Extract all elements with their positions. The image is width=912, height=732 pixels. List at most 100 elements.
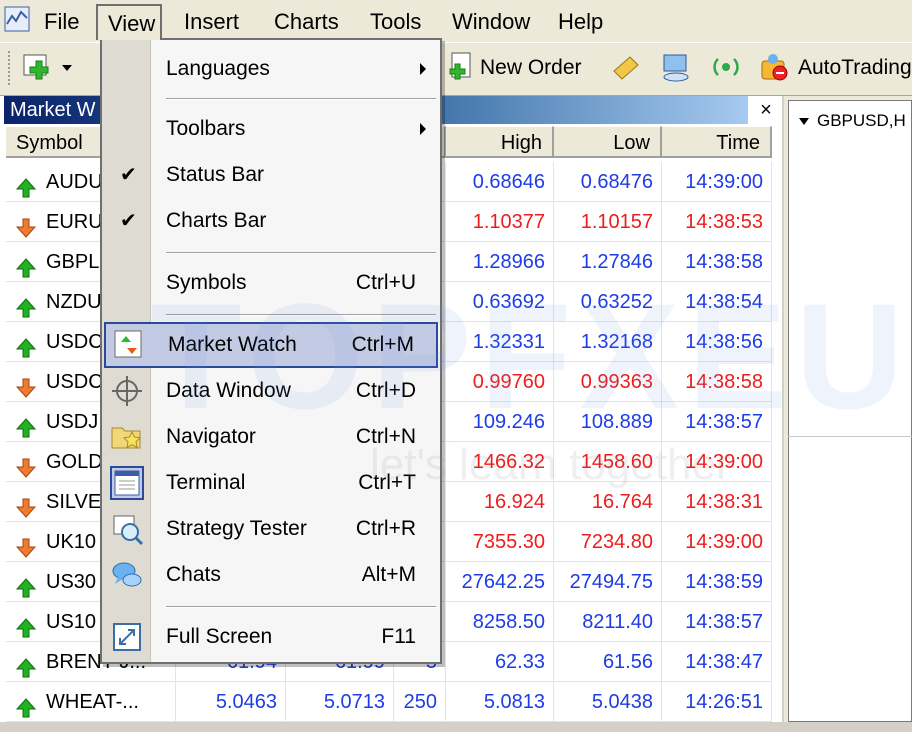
symbol-name: GOLD (46, 451, 103, 473)
time-cell: 14:39:00 (662, 522, 772, 562)
chart-divider (788, 436, 912, 437)
arrow-up-icon (15, 612, 37, 638)
high-cell: 1466.32 (446, 442, 554, 482)
time-cell: 14:26:51 (662, 682, 772, 722)
menu-view[interactable]: View (96, 4, 162, 40)
low-cell: 1.27846 (554, 242, 662, 282)
menu-item-data-window[interactable]: Data Window Ctrl+D (104, 370, 438, 412)
time-cell: 14:38:54 (662, 282, 772, 322)
time-cell: 14:38:59 (662, 562, 772, 602)
chart-dropdown-icon[interactable] (799, 118, 809, 126)
autotrading-button[interactable]: AutoTrading (798, 53, 912, 83)
menu-file[interactable]: File (34, 4, 89, 40)
arrow-up-icon (15, 412, 37, 438)
high-cell: 62.33 (446, 642, 554, 682)
market-watch-icon (112, 328, 146, 362)
signals-icon[interactable] (710, 51, 742, 83)
ask-cell: 5.0713 (286, 682, 394, 722)
time-cell: 14:38:58 (662, 362, 772, 402)
chart-title: GBPUSD,H (799, 111, 906, 131)
menu-item-shortcut: Ctrl+U (355, 271, 416, 294)
menu-insert[interactable]: Insert (174, 4, 249, 40)
terminal-icon[interactable] (660, 51, 692, 83)
menu-item-toolbars[interactable]: Toolbars (104, 108, 438, 150)
column-header-high[interactable]: High (446, 126, 554, 158)
low-cell: 1.10157 (554, 202, 662, 242)
menu-item-shortcut: Ctrl+R (355, 517, 416, 540)
menu-item-shortcut: F11 (381, 625, 416, 648)
arrow-up-icon (15, 172, 37, 198)
menu-item-full-screen[interactable]: Full Screen F11 (104, 616, 438, 658)
menu-item-label: Status Bar (166, 163, 265, 186)
high-cell: 0.63692 (446, 282, 554, 322)
high-cell: 8258.50 (446, 602, 554, 642)
column-header-time[interactable]: Time (662, 126, 772, 158)
menu-item-status-bar[interactable]: ✔ Status Bar (104, 154, 438, 196)
low-cell: 0.63252 (554, 282, 662, 322)
high-cell: 0.68646 (446, 162, 554, 202)
menu-item-label: Data Window (166, 379, 291, 402)
symbol-name: USDJ (46, 411, 99, 433)
menu-item-label: Symbols (166, 271, 247, 294)
symbol-name: EURU (46, 211, 103, 233)
symbol-name: USDC (46, 371, 103, 393)
menu-charts[interactable]: Charts (264, 4, 349, 40)
menu-bar: File View Insert Charts Tools Window Hel… (0, 0, 912, 42)
table-row[interactable]: WHEAT-... 5.0463 5.0713 250 5.0813 5.0438 14:2… (6, 682, 772, 722)
chevron-down-icon[interactable] (62, 65, 72, 71)
column-header-low[interactable]: Low (554, 126, 662, 158)
menu-item-charts-bar[interactable]: ✔ Charts Bar (104, 200, 438, 242)
app-logo-icon (4, 6, 30, 32)
low-cell: 27494.75 (554, 562, 662, 602)
low-cell: 7234.80 (554, 522, 662, 562)
high-cell: 1.28966 (446, 242, 554, 282)
menu-help[interactable]: Help (548, 4, 613, 40)
checkmark-icon: ✔ (120, 164, 137, 186)
menu-item-shortcut: Alt+M (361, 563, 416, 586)
toolbar-grip[interactable] (8, 51, 14, 85)
symbol-cell[interactable]: WHEAT-... (6, 682, 176, 722)
menu-item-chats[interactable]: Chats Alt+M (104, 554, 438, 596)
submenu-arrow-icon (420, 63, 426, 75)
menu-item-label: Strategy Tester (166, 517, 307, 540)
time-cell: 14:38:56 (662, 322, 772, 362)
chart-area[interactable]: GBPUSD,H (788, 100, 912, 722)
menu-item-shortcut: Ctrl+T (358, 471, 416, 494)
high-cell: 27642.25 (446, 562, 554, 602)
navigator-folder-star-icon (110, 420, 144, 454)
view-menu-dropdown: Languages Toolbars ✔ Status Bar ✔ Charts… (100, 38, 442, 664)
arrow-up-icon (15, 692, 37, 718)
arrow-up-icon (15, 572, 37, 598)
new-order-icon[interactable] (446, 51, 478, 83)
menu-item-navigator[interactable]: Navigator Ctrl+N (104, 416, 438, 458)
chat-bubbles-icon (110, 558, 144, 592)
menu-item-symbols[interactable]: Symbols Ctrl+U (104, 262, 438, 304)
menu-item-strategy-tester[interactable]: Strategy Tester Ctrl+R (104, 508, 438, 550)
arrow-up-icon (15, 652, 37, 678)
symbol-name: UK10 (46, 531, 97, 553)
menu-item-label: Languages (166, 57, 270, 80)
menu-item-languages[interactable]: Languages (104, 48, 438, 90)
new-chart-icon[interactable] (22, 51, 54, 83)
symbol-name: USDC (46, 331, 103, 353)
strategy-tester-icon (110, 512, 144, 546)
time-cell: 14:38:31 (662, 482, 772, 522)
metaeditor-icon[interactable] (610, 51, 642, 83)
time-cell: 14:38:57 (662, 402, 772, 442)
menu-item-label: Full Screen (166, 625, 273, 648)
time-cell: 14:39:00 (662, 442, 772, 482)
new-order-button[interactable]: New Order (480, 53, 582, 83)
market-watch-title: Market W (10, 99, 96, 121)
autotrading-icon[interactable] (758, 51, 790, 83)
close-icon[interactable]: × (754, 96, 778, 124)
high-cell: 1.32331 (446, 322, 554, 362)
symbol-name: NZDU (46, 291, 102, 313)
low-cell: 61.56 (554, 642, 662, 682)
menu-tools[interactable]: Tools (360, 4, 431, 40)
crosshair-icon (110, 374, 144, 408)
menu-item-market-watch[interactable]: Market Watch Ctrl+M (104, 322, 438, 368)
menu-item-terminal[interactable]: Terminal Ctrl+T (104, 462, 438, 504)
menu-window[interactable]: Window (442, 4, 540, 40)
menu-separator (166, 98, 436, 100)
symbol-name: AUDU (46, 171, 103, 193)
